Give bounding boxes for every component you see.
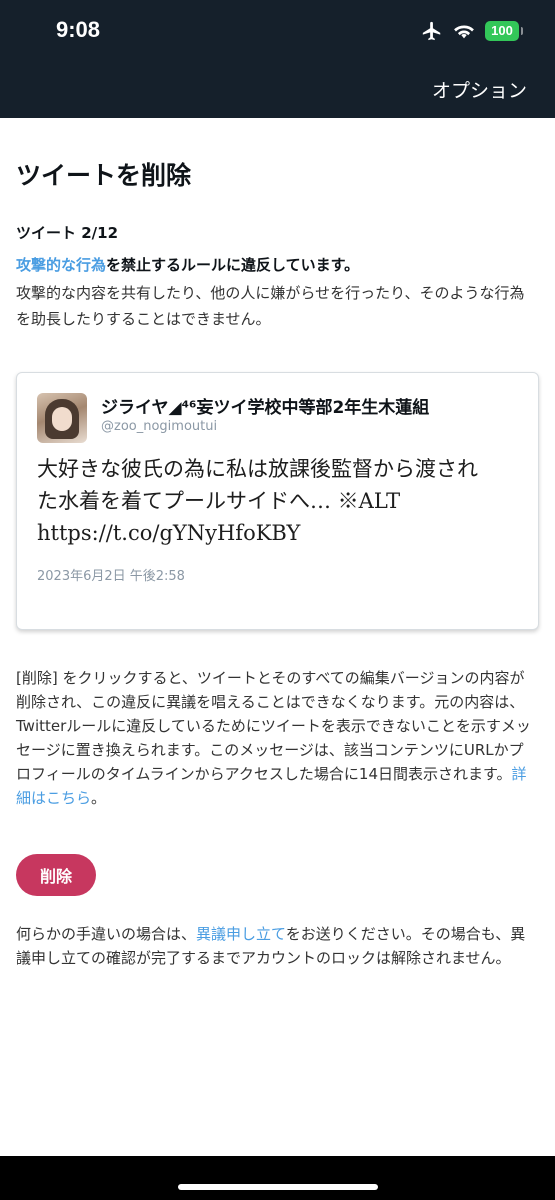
page-title: ツイートを削除 (16, 161, 192, 190)
options-button[interactable]: オプション (432, 76, 527, 103)
status-time: 9:08 (56, 17, 101, 42)
appeal-text: 何らかの手違いの場合は、異議申し立てをお送りください。その場合も、異議申し立ての… (16, 922, 536, 970)
delete-button[interactable]: 削除 (16, 854, 96, 896)
tweet-date: 2023年6月2日 午後2:58 (37, 569, 185, 584)
airplane-mode-icon (421, 20, 443, 42)
status-icons: 100 (421, 20, 523, 42)
tweet-card: ジライヤ◢⁴⁶妄ツイ学校中等部2年生木蓮組 @zoo_nogimoutui 大好… (16, 372, 539, 630)
top-header: 9:08 100 オプション (0, 0, 555, 118)
delete-explanation: [削除] をクリックすると、ツイートとそのすべての編集バージョンの内容が削除され… (16, 666, 536, 810)
rule-link[interactable]: 攻撃的な行為 (16, 256, 106, 274)
rule-text: を禁止するルールに違反しています。 (106, 256, 360, 274)
tweet-handle: @zoo_nogimoutui (101, 419, 218, 434)
bottom-bar (0, 1156, 555, 1200)
appeal-link[interactable]: 異議申し立て (196, 925, 286, 943)
avatar (37, 393, 87, 443)
rule-violation-line: 攻撃的な行為を禁止するルールに違反しています。 (16, 254, 359, 275)
explanation-text: [削除] をクリックすると、ツイートとそのすべての編集バージョンの内容が削除され… (16, 669, 531, 783)
tweet-text: 大好きな彼氏の為に私は放課後監督から渡された水着を着てプールサイドへ… ※ALT… (37, 457, 478, 545)
appeal-before: 何らかの手違いの場合は、 (16, 925, 197, 943)
battery-icon: 100 (485, 21, 523, 41)
tweet-display-name: ジライヤ◢⁴⁶妄ツイ学校中等部2年生木蓮組 (101, 398, 430, 418)
wifi-icon (453, 22, 475, 40)
rule-description: 攻撃的な内容を共有したり、他の人に嫌がらせを行ったり、そのような行為を助長したり… (16, 284, 525, 328)
explanation-end: 。 (91, 789, 107, 807)
tweet-count: ツイート 2/12 (16, 224, 119, 242)
home-indicator[interactable] (178, 1184, 378, 1190)
